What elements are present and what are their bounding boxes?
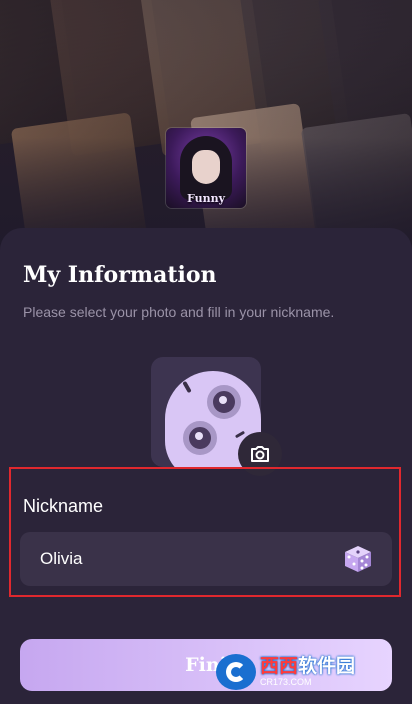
page-subtitle: Please select your photo and fill in you…	[23, 304, 335, 320]
site-watermark: 西西软件园 CR173.COM	[216, 652, 396, 692]
watermark-main-b: 软件园	[298, 656, 356, 677]
avatar-label: Funny	[186, 192, 225, 205]
nickname-label: Nickname	[23, 496, 104, 516]
page-title: My Information	[23, 262, 217, 288]
watermark-logo-icon	[216, 654, 256, 690]
nickname-value[interactable]: Olivia	[40, 549, 83, 569]
camera-icon	[251, 446, 269, 462]
nickname-field[interactable]: Olivia	[20, 532, 392, 586]
watermark-sub: CR173.COM	[260, 677, 312, 687]
dice-icon[interactable]	[342, 543, 374, 575]
watermark-main-a: 西西	[260, 656, 299, 677]
background-collage	[0, 0, 412, 250]
character-avatar[interactable]: Funny	[166, 128, 246, 208]
